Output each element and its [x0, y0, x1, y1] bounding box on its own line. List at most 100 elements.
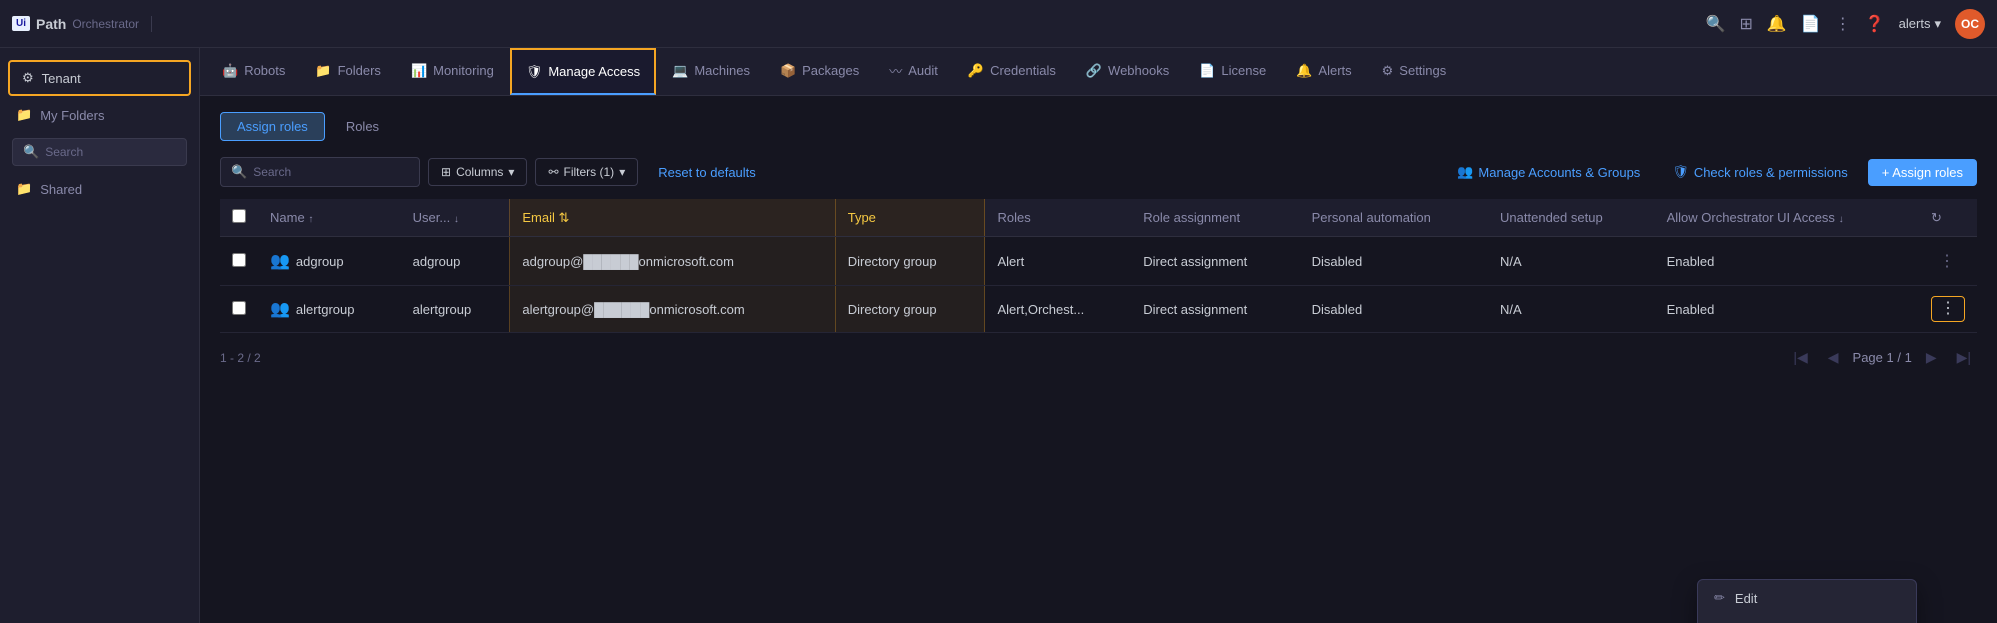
sidebar-item-shared[interactable]: 📁 Shared [0, 174, 199, 204]
tab-audit[interactable]: 〰 Audit [875, 48, 952, 95]
logo-box: Ui [12, 16, 30, 31]
main-layout: ⚙ Tenant 📁 My Folders 🔍 Search 📁 Shared … [0, 48, 1997, 623]
header-roles[interactable]: Roles [985, 199, 1131, 237]
alerts-button[interactable]: alerts ▾ [1899, 16, 1941, 32]
row2-personal-automation: Disabled [1300, 286, 1488, 333]
row1-type: Directory group [835, 237, 985, 286]
filter-icon: ⚯ [548, 165, 558, 179]
user-avatar[interactable]: OC [1955, 9, 1985, 39]
topbar-left: Ui Path Orchestrator [12, 16, 156, 32]
filters-button[interactable]: ⚯ Filters (1) ▾ [535, 158, 638, 186]
tab-robots[interactable]: 🤖 Robots [208, 48, 299, 95]
columns-icon: ⊞ [441, 165, 451, 179]
robots-icon: 🤖 [222, 63, 238, 79]
header-personal-automation[interactable]: Personal automation [1300, 199, 1488, 237]
content-area: 🤖 Robots 📁 Folders 📊 Monitoring 🛡 Manage… [200, 48, 1997, 623]
packages-icon: 📦 [780, 63, 796, 79]
context-menu-edit[interactable]: ✏ Edit [1698, 580, 1916, 616]
edit-icon: ✏ [1714, 590, 1725, 606]
refresh-icon[interactable]: ↻ [1931, 210, 1942, 225]
sidebar: ⚙ Tenant 📁 My Folders 🔍 Search 📁 Shared [0, 48, 200, 623]
prev-page-button[interactable]: ◀ [1822, 345, 1845, 370]
tab-manage-access[interactable]: 🛡 Manage Access [510, 48, 656, 95]
manage-access-icon: 🛡 [526, 64, 543, 80]
last-page-button[interactable]: ▶| [1951, 345, 1977, 370]
row1-username: adgroup [401, 237, 510, 286]
machines-icon: 💻 [672, 63, 688, 79]
tenant-icon: ⚙ [22, 70, 34, 86]
alerts-icon: 🔔 [1296, 63, 1312, 79]
credentials-icon: 🔑 [968, 63, 984, 79]
header-actions: ↻ [1919, 199, 1977, 237]
document-icon[interactable]: 📄 [1801, 14, 1821, 34]
header-checkbox-cell [220, 199, 258, 237]
row1-checkbox-cell [220, 237, 258, 286]
more-icon[interactable]: ⋮ [1835, 14, 1851, 34]
sub-tab-roles[interactable]: Roles [329, 112, 396, 141]
add-icon[interactable]: ⊞ [1740, 14, 1753, 34]
header-name[interactable]: Name [258, 199, 401, 237]
search-icon[interactable]: 🔍 [1706, 14, 1726, 34]
manage-accounts-button[interactable]: 👥 Manage Accounts & Groups [1445, 158, 1652, 186]
row1-user-icon: 👥 [270, 251, 290, 271]
check-permissions-icon: 🛡 [1672, 164, 1689, 180]
nav-tabs: 🤖 Robots 📁 Folders 📊 Monitoring 🛡 Manage… [200, 48, 1997, 96]
logo-area: Ui Path Orchestrator [12, 16, 152, 32]
select-all-checkbox[interactable] [232, 209, 246, 223]
row1-more-button[interactable]: ⋮ [1931, 247, 1963, 275]
tab-machines[interactable]: 💻 Machines [658, 48, 764, 95]
sidebar-item-my-folders[interactable]: 📁 My Folders [0, 100, 199, 130]
header-allow-ui-access[interactable]: Allow Orchestrator UI Access [1655, 199, 1919, 237]
sidebar-search[interactable]: 🔍 Search [12, 138, 187, 166]
pagination: 1 - 2 / 2 |◀ ◀ Page 1 / 1 ▶ ▶| [220, 333, 1977, 382]
assign-roles-button[interactable]: + Assign roles [1868, 159, 1977, 186]
tab-monitoring[interactable]: 📊 Monitoring [397, 48, 508, 95]
tab-settings[interactable]: ⚙ Settings [1368, 48, 1461, 95]
header-username[interactable]: User... [401, 199, 510, 237]
header-unattended-setup[interactable]: Unattended setup [1488, 199, 1655, 237]
row1-roles: Alert [985, 237, 1131, 286]
row2-type: Directory group [835, 286, 985, 333]
help-icon[interactable]: ❓ [1865, 14, 1885, 34]
table-row: 👥 alertgroup alertgroup alertgroup@█████… [220, 286, 1977, 333]
row2-more-button[interactable]: ⋮ [1931, 296, 1965, 322]
header-type[interactable]: Type [835, 199, 985, 237]
row2-name: 👥 alertgroup [258, 286, 401, 333]
folder-icon: 📁 [16, 107, 32, 123]
search-icon-sidebar: 🔍 [23, 144, 39, 160]
table-container: Name User... Email ⇅ Type [220, 199, 1977, 382]
bell-icon[interactable]: 🔔 [1767, 14, 1787, 34]
tab-credentials[interactable]: 🔑 Credentials [954, 48, 1070, 95]
audit-icon: 〰 [889, 61, 902, 80]
header-role-assignment[interactable]: Role assignment [1131, 199, 1299, 237]
search-input[interactable]: 🔍 Search [220, 157, 420, 187]
check-permissions-button[interactable]: 🛡 Check roles & permissions [1660, 158, 1859, 186]
next-page-button[interactable]: ▶ [1920, 345, 1943, 370]
monitoring-icon: 📊 [411, 63, 427, 79]
header-email[interactable]: Email ⇅ [510, 199, 835, 237]
tab-license[interactable]: 📄 License [1185, 48, 1280, 95]
row2-allow-ui-access: Enabled [1655, 286, 1919, 333]
topbar-right: 🔍 ⊞ 🔔 📄 ⋮ ❓ alerts ▾ OC [1706, 9, 1985, 39]
first-page-button[interactable]: |◀ [1787, 345, 1813, 370]
row2-role-assignment: Direct assignment [1131, 286, 1299, 333]
tab-packages[interactable]: 📦 Packages [766, 48, 873, 95]
context-menu-check-roles[interactable]: 🛡 Check roles & permissions [1698, 616, 1916, 623]
product-name: Orchestrator [72, 17, 139, 31]
tab-alerts[interactable]: 🔔 Alerts [1282, 48, 1365, 95]
row2-username: alertgroup [401, 286, 510, 333]
table-row: 👥 adgroup adgroup adgroup@██████onmicros… [220, 237, 1977, 286]
sidebar-item-tenant[interactable]: ⚙ Tenant [8, 60, 191, 96]
row2-actions: ⋮ [1919, 286, 1977, 333]
tab-folders[interactable]: 📁 Folders [301, 48, 395, 95]
license-icon: 📄 [1199, 63, 1215, 79]
row1-actions: ⋮ [1919, 237, 1977, 286]
tab-webhooks[interactable]: 🔗 Webhooks [1072, 48, 1183, 95]
reset-defaults-button[interactable]: Reset to defaults [646, 159, 768, 186]
sub-tab-assign-roles[interactable]: Assign roles [220, 112, 325, 141]
row2-user-icon: 👥 [270, 299, 290, 319]
columns-button[interactable]: ⊞ Columns ▾ [428, 158, 527, 186]
topbar: Ui Path Orchestrator 🔍 ⊞ 🔔 📄 ⋮ ❓ alerts … [0, 0, 1997, 48]
row1-checkbox[interactable] [232, 253, 246, 267]
row2-checkbox[interactable] [232, 301, 246, 315]
